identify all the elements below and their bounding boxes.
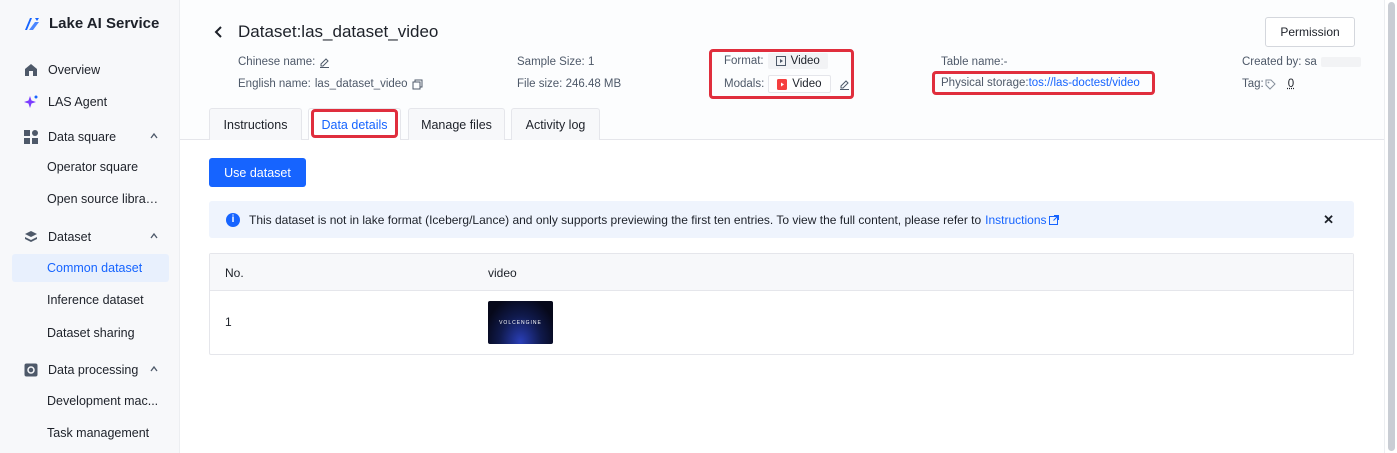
file-size: File size: 246.48 MB <box>517 78 622 90</box>
tab-manage-files[interactable]: Manage files <box>408 108 505 140</box>
video-thumbnail-caption: VOLCENGINE <box>499 319 542 326</box>
sidebar-item-inference-dataset[interactable]: Inference dataset <box>12 286 169 314</box>
video-thumbnail[interactable]: VOLCENGINE <box>488 301 553 344</box>
page-title: Dataset:las_dataset_video <box>238 22 439 41</box>
scrollbar-thumb[interactable] <box>1388 2 1395 451</box>
sidebar-item-dataset[interactable]: Dataset <box>12 223 169 251</box>
tag-label: Tag: <box>1242 78 1264 90</box>
chevron-up-icon <box>150 365 158 372</box>
info-alert: i This dataset is not in lake format (Ic… <box>209 201 1354 238</box>
column-header-video: video <box>488 266 517 280</box>
table-header: No. video <box>210 254 1353 291</box>
redacted-user <box>1320 57 1361 67</box>
sidebar-item-label: Open source librar... <box>47 192 159 206</box>
permission-button[interactable]: Permission <box>1265 17 1355 47</box>
sidebar-item-data-processing[interactable]: Data processing <box>12 356 169 384</box>
tag-count[interactable]: 0 <box>1288 78 1294 90</box>
physical-storage-field: Physical storage: tos://las-doctest/video <box>941 77 1140 89</box>
video-modal-icon <box>777 78 788 90</box>
sidebar-item-data-square[interactable]: Data square <box>12 123 169 151</box>
close-icon[interactable]: ✕ <box>1323 212 1334 228</box>
english-name-label: English name: <box>238 78 311 90</box>
layers-icon <box>24 230 38 244</box>
tag-field: Tag: 0 <box>1242 78 1294 90</box>
chinese-name-field: Chinese name: <box>238 56 330 68</box>
info-icon: i <box>226 212 240 227</box>
back-arrow-icon[interactable] <box>213 25 225 39</box>
brand-name: Lake AI Service <box>49 15 160 32</box>
gear-icon <box>24 363 38 377</box>
sidebar-item-overview[interactable]: Overview <box>12 56 169 84</box>
physical-storage-label: Physical storage: <box>941 77 1029 89</box>
sidebar-item-label: Common dataset <box>47 261 143 275</box>
modals-field: Modals: Video <box>724 75 850 93</box>
use-dataset-button[interactable]: Use dataset <box>209 158 306 187</box>
edit-icon[interactable] <box>839 79 850 90</box>
format-value: Video <box>790 55 820 67</box>
table-row: 1 VOLCENGINE <box>210 291 1353 354</box>
sidebar-item-label: LAS Agent <box>48 95 108 109</box>
modals-pill: Video <box>768 75 831 93</box>
sidebar: Lake AI Service Overview LAS Agent Data … <box>0 0 180 453</box>
column-header-no: No. <box>225 266 244 280</box>
physical-storage-link[interactable]: tos://las-doctest/video <box>1029 77 1140 89</box>
video-file-icon <box>775 56 786 66</box>
sparkle-icon <box>24 95 38 109</box>
tab-activity-log[interactable]: Activity log <box>511 108 600 140</box>
main-content: Dataset:las_dataset_video Permission Chi… <box>180 0 1384 453</box>
sidebar-item-label: Data processing <box>48 363 139 377</box>
created-by: Created by: sa <box>1242 56 1361 68</box>
sidebar-item-label: Development mac... <box>47 394 159 408</box>
sidebar-item-label: Task management <box>47 426 150 440</box>
tab-instructions[interactable]: Instructions <box>209 108 302 140</box>
format-label: Format: <box>724 55 764 67</box>
sidebar-item-operator-square[interactable]: Operator square <box>12 153 169 181</box>
format-pill: Video <box>767 53 828 69</box>
sidebar-item-open-source-library[interactable]: Open source librar... <box>12 185 169 213</box>
chevron-up-icon <box>150 232 158 239</box>
sidebar-item-label: Overview <box>48 63 101 77</box>
instructions-link[interactable]: Instructions <box>985 212 1059 227</box>
chevron-up-icon <box>150 132 158 139</box>
chinese-name-label: Chinese name: <box>238 56 316 68</box>
format-field: Format: Video <box>724 53 828 69</box>
scrollbar[interactable] <box>1384 0 1397 453</box>
sidebar-item-development-machine[interactable]: Development mac... <box>12 387 169 415</box>
alert-text: This dataset is not in lake format (Iceb… <box>249 212 982 227</box>
sample-size: Sample Size: 1 <box>517 56 595 68</box>
row-number: 1 <box>225 315 232 329</box>
copy-icon[interactable] <box>412 79 423 90</box>
modals-label: Modals: <box>724 78 765 90</box>
tag-icon <box>1265 79 1276 90</box>
overview-icon <box>24 63 38 77</box>
lake-logo-icon <box>25 17 39 30</box>
brand[interactable]: Lake AI Service <box>23 15 159 32</box>
instructions-link-text: Instructions <box>985 212 1047 227</box>
sidebar-item-label: Dataset sharing <box>47 326 135 340</box>
data-table: No. video 1 VOLCENGINE <box>209 253 1354 355</box>
sidebar-item-label: Inference dataset <box>47 293 144 307</box>
sidebar-item-label: Dataset <box>48 230 92 244</box>
table-name: Table name:- <box>941 56 1008 68</box>
english-name-field: English name: las_dataset_video <box>238 78 423 90</box>
sidebar-item-las-agent[interactable]: LAS Agent <box>12 88 169 116</box>
created-by-text: Created by: sa <box>1242 56 1317 68</box>
sidebar-item-dataset-sharing[interactable]: Dataset sharing <box>12 319 169 347</box>
external-link-icon <box>1048 214 1059 225</box>
sidebar-item-label: Data square <box>48 130 117 144</box>
sidebar-item-task-management[interactable]: Task management <box>12 419 169 447</box>
grid-icon <box>24 130 38 144</box>
sidebar-item-label: Operator square <box>47 160 139 174</box>
english-name-value: las_dataset_video <box>314 78 408 90</box>
sidebar-item-common-dataset[interactable]: Common dataset <box>12 254 169 282</box>
tab-data-details[interactable]: Data details <box>308 108 401 140</box>
modals-value: Video <box>792 78 822 90</box>
edit-icon[interactable] <box>319 57 330 68</box>
